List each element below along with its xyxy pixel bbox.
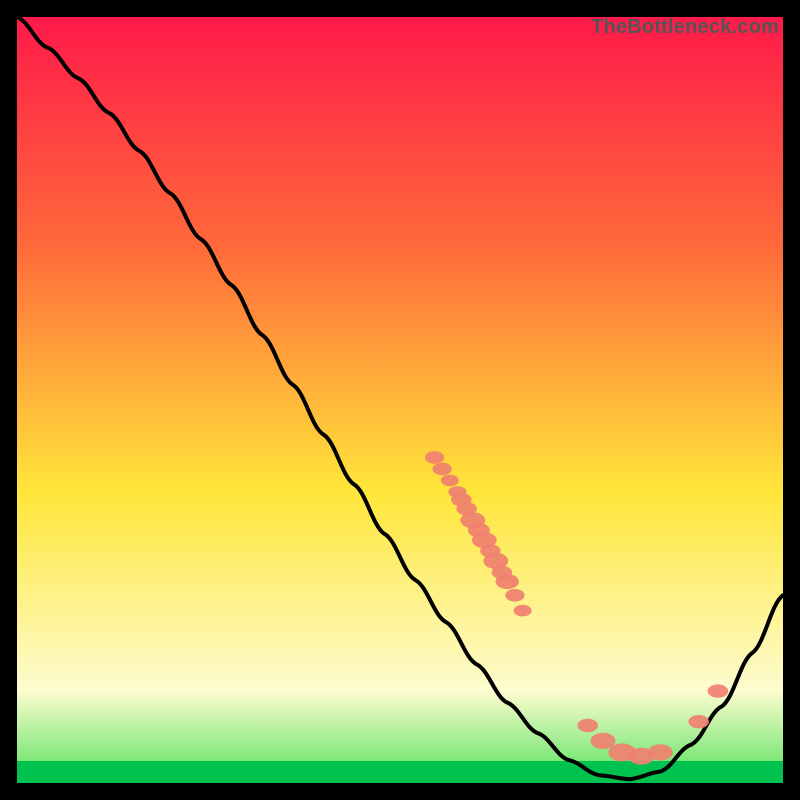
highlight-point (441, 475, 459, 487)
highlight-point (708, 684, 729, 697)
watermark-text: TheBottleneck.com (591, 16, 779, 39)
highlight-point (577, 719, 598, 732)
highlight-point (688, 715, 709, 728)
gradient-background (17, 17, 783, 783)
highlight-point (648, 744, 673, 760)
highlight-point (514, 605, 532, 617)
highlight-point (425, 451, 444, 464)
highlight-point (432, 463, 451, 476)
highlight-point (505, 589, 524, 602)
highlight-point (496, 574, 519, 589)
chart-frame: TheBottleneck.com (17, 17, 783, 783)
chart-svg (17, 17, 783, 783)
